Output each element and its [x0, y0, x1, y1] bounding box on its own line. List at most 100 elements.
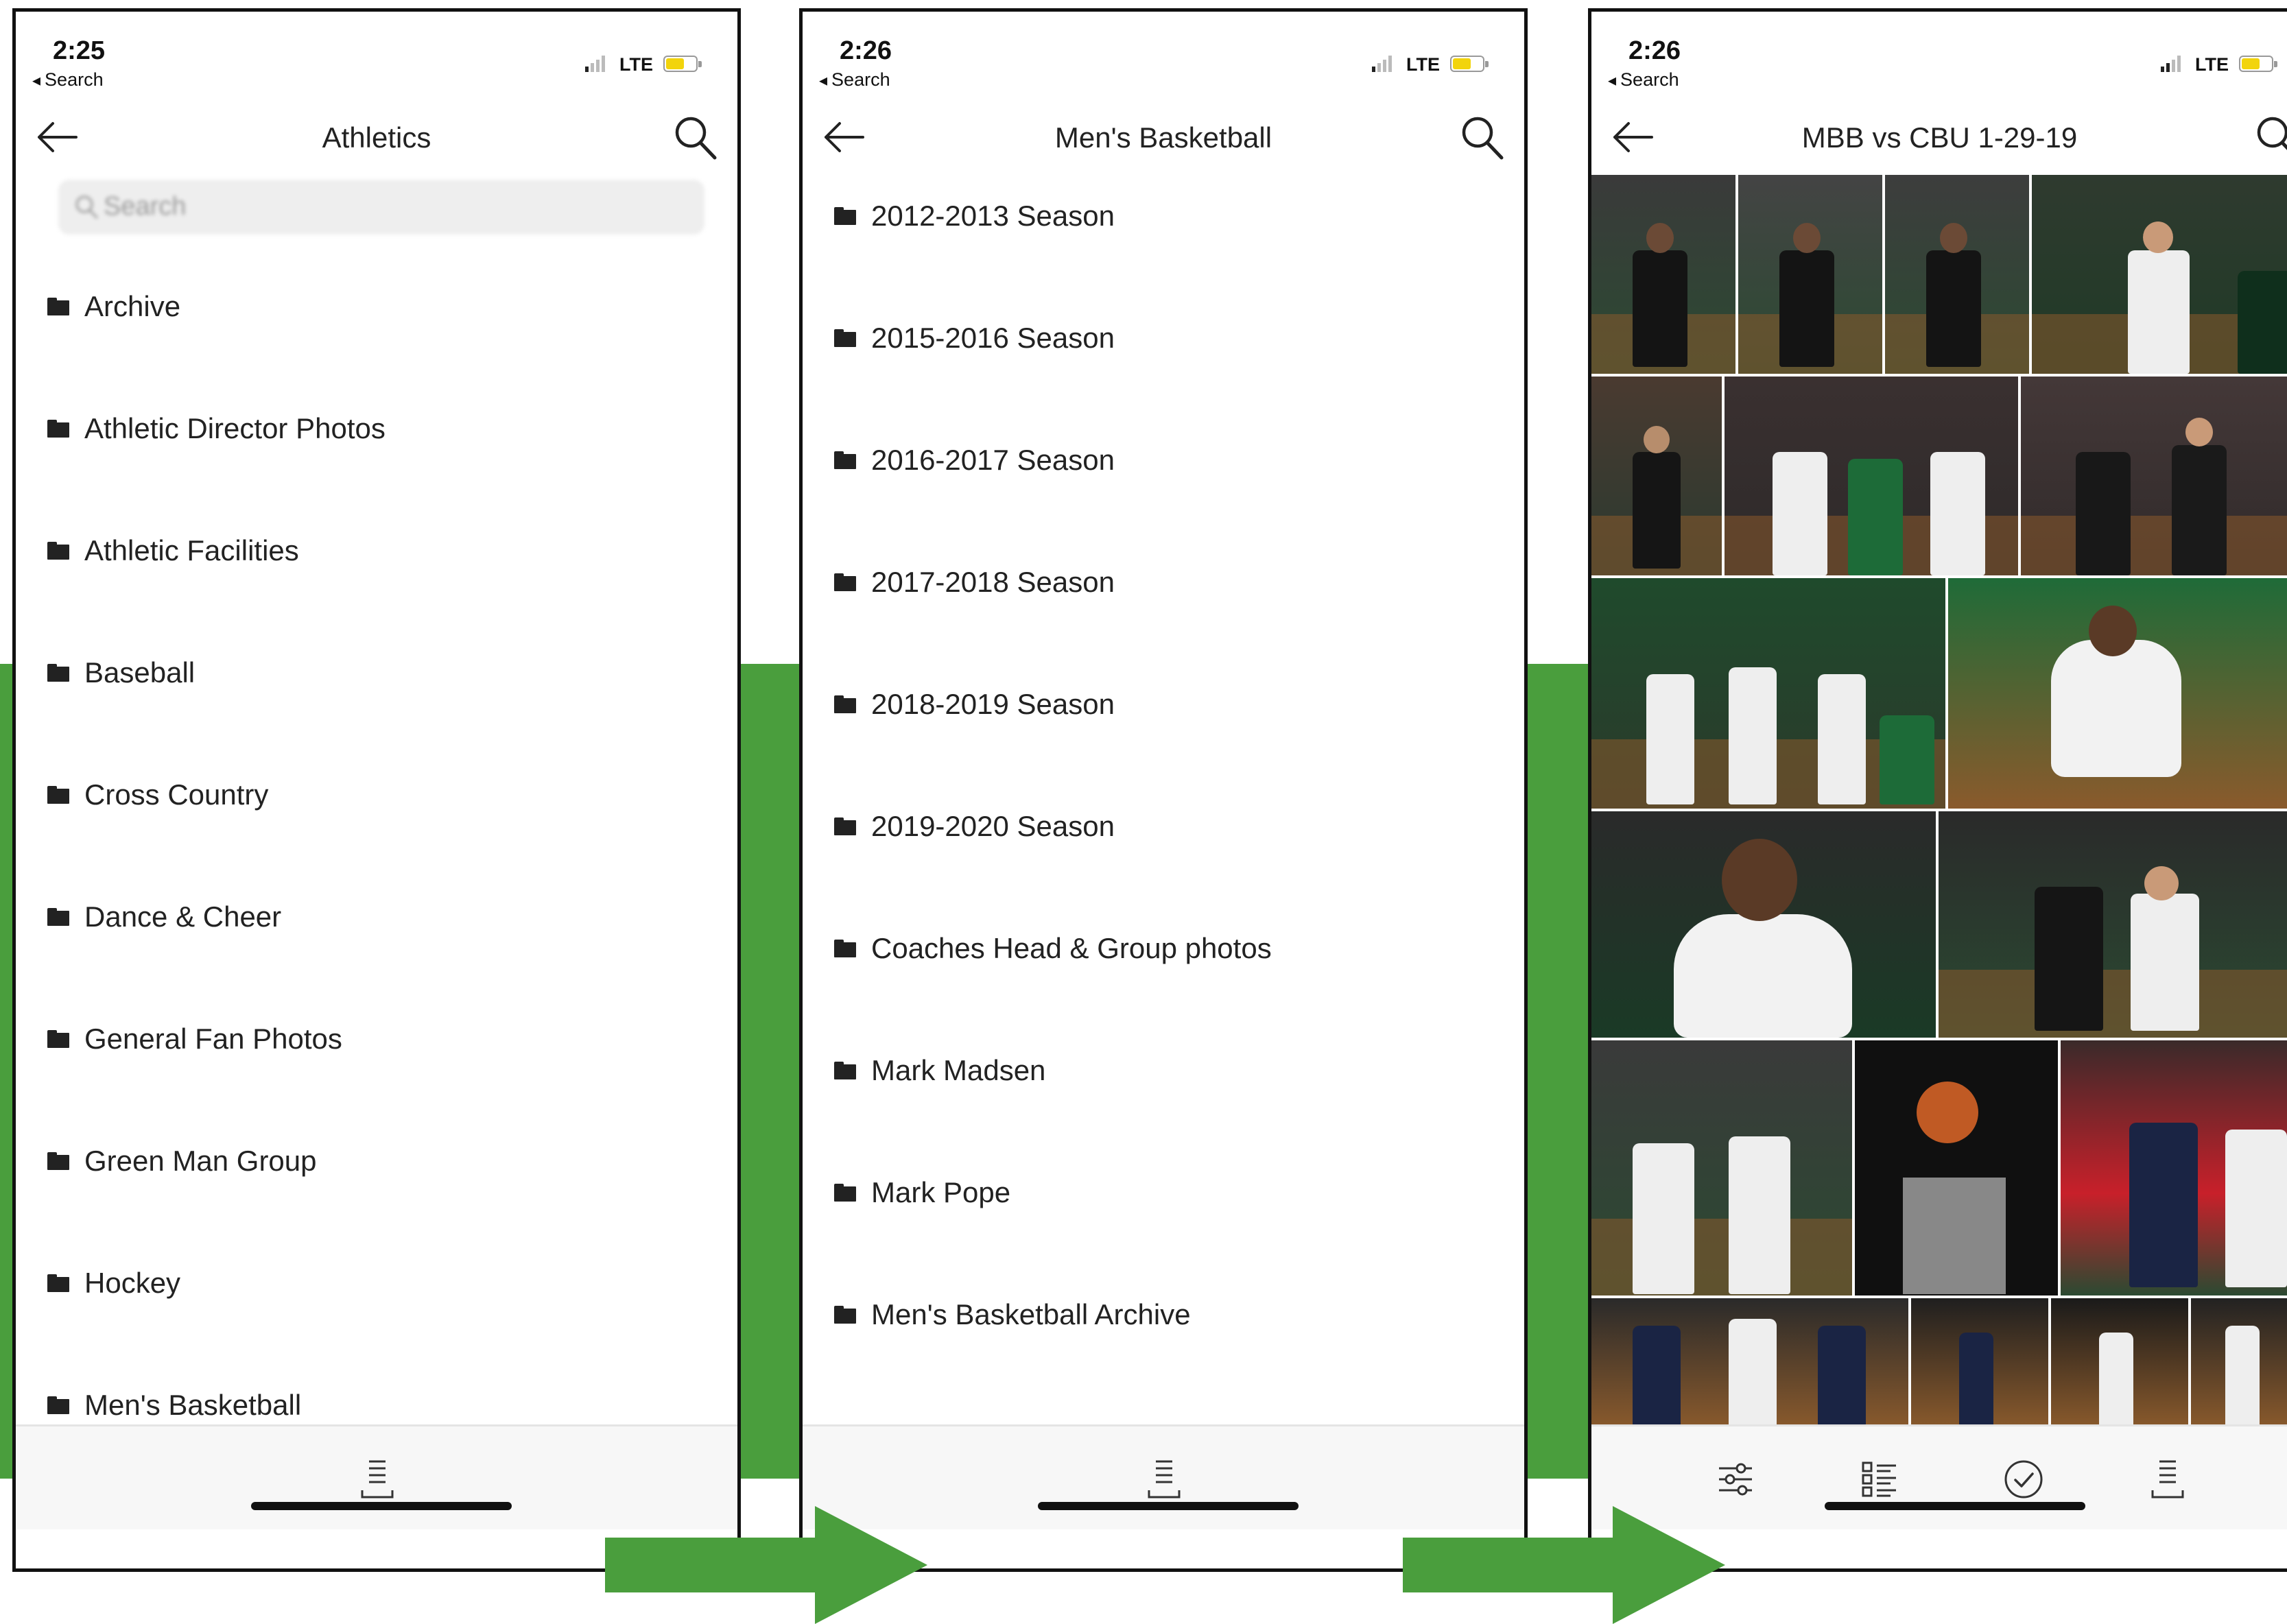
list-icon[interactable]: [357, 1457, 398, 1501]
photo-thumbnail[interactable]: [1591, 1040, 1852, 1295]
photo-thumbnail[interactable]: [1948, 578, 2287, 809]
arrow-right-icon: [605, 1506, 927, 1624]
magnifier-icon[interactable]: [672, 113, 720, 163]
photo-thumbnail[interactable]: [1591, 377, 1722, 575]
folder-icon: [47, 420, 69, 438]
arrow-left-icon[interactable]: [1611, 120, 1655, 154]
folder-icon: [834, 1062, 856, 1079]
photo-thumbnail[interactable]: [2032, 175, 2287, 374]
network-type: LTE: [619, 54, 653, 75]
page-title: Men's Basketball: [1054, 121, 1272, 154]
folder-icon: [834, 940, 856, 957]
folder-icon: [834, 451, 856, 469]
folder-item[interactable]: Cross Country: [47, 774, 268, 815]
home-indicator: [251, 1502, 512, 1510]
folder-item[interactable]: 2016-2017 Season: [834, 440, 1115, 481]
background-band-middle: [734, 664, 804, 1479]
photo-thumbnail[interactable]: [1591, 175, 1735, 374]
folder-icon: [47, 908, 69, 926]
check-circle-icon[interactable]: [2003, 1457, 2044, 1501]
folder-icon: [47, 664, 69, 682]
photo-thumbnail[interactable]: [2051, 1298, 2188, 1427]
folder-label: 2015-2016 Season: [871, 322, 1115, 354]
checklist-icon[interactable]: [1859, 1457, 1900, 1501]
folder-icon: [834, 329, 856, 347]
folder-label: Mark Pope: [871, 1176, 1011, 1208]
folder-item[interactable]: Baseball: [47, 652, 195, 693]
signal-icon: [1372, 53, 1397, 72]
folder-icon: [834, 573, 856, 591]
photo-thumbnail[interactable]: [2021, 377, 2287, 575]
list-icon[interactable]: [1144, 1457, 1185, 1501]
folder-item[interactable]: 2019-2020 Season: [834, 806, 1115, 847]
folder-label: 2017-2018 Season: [871, 566, 1115, 598]
folder-label: General Fan Photos: [84, 1023, 342, 1055]
folder-item[interactable]: Athletic Director Photos: [47, 408, 386, 449]
folder-item[interactable]: Archive: [47, 286, 180, 327]
folder-item[interactable]: Athletic Facilities: [47, 530, 299, 571]
folder-item[interactable]: Green Man Group: [47, 1141, 317, 1182]
battery-icon: [663, 56, 702, 72]
arrow-left-icon[interactable]: [822, 120, 866, 154]
folder-item[interactable]: Men's Basketball Archive: [834, 1294, 1191, 1335]
folder-item[interactable]: Men's Basketball: [47, 1385, 301, 1426]
folder-label: Coaches Head & Group photos: [871, 932, 1272, 964]
folder-icon: [47, 542, 69, 560]
back-to-search-link[interactable]: Search: [32, 69, 104, 91]
photo-thumbnail[interactable]: [1591, 811, 1936, 1038]
photo-thumbnail[interactable]: [2061, 1040, 2287, 1295]
photo-thumbnail[interactable]: [1911, 1298, 2048, 1427]
folder-icon: [834, 1306, 856, 1324]
nav-bar: MBB vs CBU 1-29-19: [1591, 108, 2287, 169]
folder-icon: [834, 1184, 856, 1202]
folder-label: Athletic Facilities: [84, 534, 299, 566]
arrow-left-icon[interactable]: [35, 120, 79, 154]
folder-item[interactable]: Dance & Cheer: [47, 896, 281, 938]
folder-icon: [834, 695, 856, 713]
folder-label: Cross Country: [84, 778, 269, 811]
folder-icon: [834, 817, 856, 835]
page-title: Athletics: [322, 121, 431, 154]
arrow-right-icon: [1403, 1506, 1725, 1624]
photo-thumbnail[interactable]: [1738, 175, 1882, 374]
back-to-search-link[interactable]: Search: [819, 69, 890, 91]
folder-item[interactable]: Mark Madsen: [834, 1050, 1045, 1091]
magnifier-icon[interactable]: [1458, 113, 1506, 163]
photo-thumbnail[interactable]: [1725, 377, 2018, 575]
battery-icon: [2239, 56, 2277, 72]
phone-screen-mens-basketball: 2:26 Search LTE Men's Basketball 2012-20…: [799, 8, 1528, 1572]
folder-item[interactable]: Hockey: [47, 1263, 180, 1304]
folder-label: 2016-2017 Season: [871, 444, 1115, 476]
folder-icon: [47, 1274, 69, 1292]
home-indicator: [1825, 1502, 2085, 1510]
folder-item[interactable]: 2017-2018 Season: [834, 562, 1115, 603]
folder-item[interactable]: 2015-2016 Season: [834, 318, 1115, 359]
search-icon: [75, 195, 99, 219]
folder-item[interactable]: General Fan Photos: [47, 1018, 342, 1060]
status-time: 2:26: [840, 36, 892, 65]
status-time: 2:25: [53, 36, 106, 65]
folder-label: Mark Madsen: [871, 1054, 1046, 1086]
folder-item[interactable]: 2018-2019 Season: [834, 684, 1115, 725]
folder-icon: [47, 1030, 69, 1048]
photo-thumbnail[interactable]: [1885, 175, 2029, 374]
sliders-icon[interactable]: [1715, 1457, 1756, 1501]
status-bar: 2:26 Search LTE: [803, 12, 1524, 94]
folder-icon: [47, 298, 69, 315]
photo-thumbnail[interactable]: [1591, 1298, 1908, 1427]
search-placeholder: Search: [104, 192, 187, 221]
photo-thumbnail[interactable]: [1855, 1040, 2058, 1295]
photo-thumbnail[interactable]: [2191, 1298, 2287, 1427]
folder-item[interactable]: 2012-2013 Season: [834, 195, 1115, 237]
page-title: MBB vs CBU 1-29-19: [1801, 121, 2078, 154]
folder-item[interactable]: Mark Pope: [834, 1172, 1010, 1213]
magnifier-icon[interactable]: [2253, 113, 2287, 163]
folder-label: 2012-2013 Season: [871, 200, 1115, 232]
folder-icon: [47, 786, 69, 804]
photo-thumbnail[interactable]: [1939, 811, 2287, 1038]
photo-thumbnail[interactable]: [1591, 578, 1945, 809]
back-to-search-link[interactable]: Search: [1608, 69, 1679, 91]
search-input[interactable]: Search: [58, 180, 704, 235]
folder-item[interactable]: Coaches Head & Group photos: [834, 928, 1272, 969]
list-icon[interactable]: [2147, 1457, 2188, 1501]
